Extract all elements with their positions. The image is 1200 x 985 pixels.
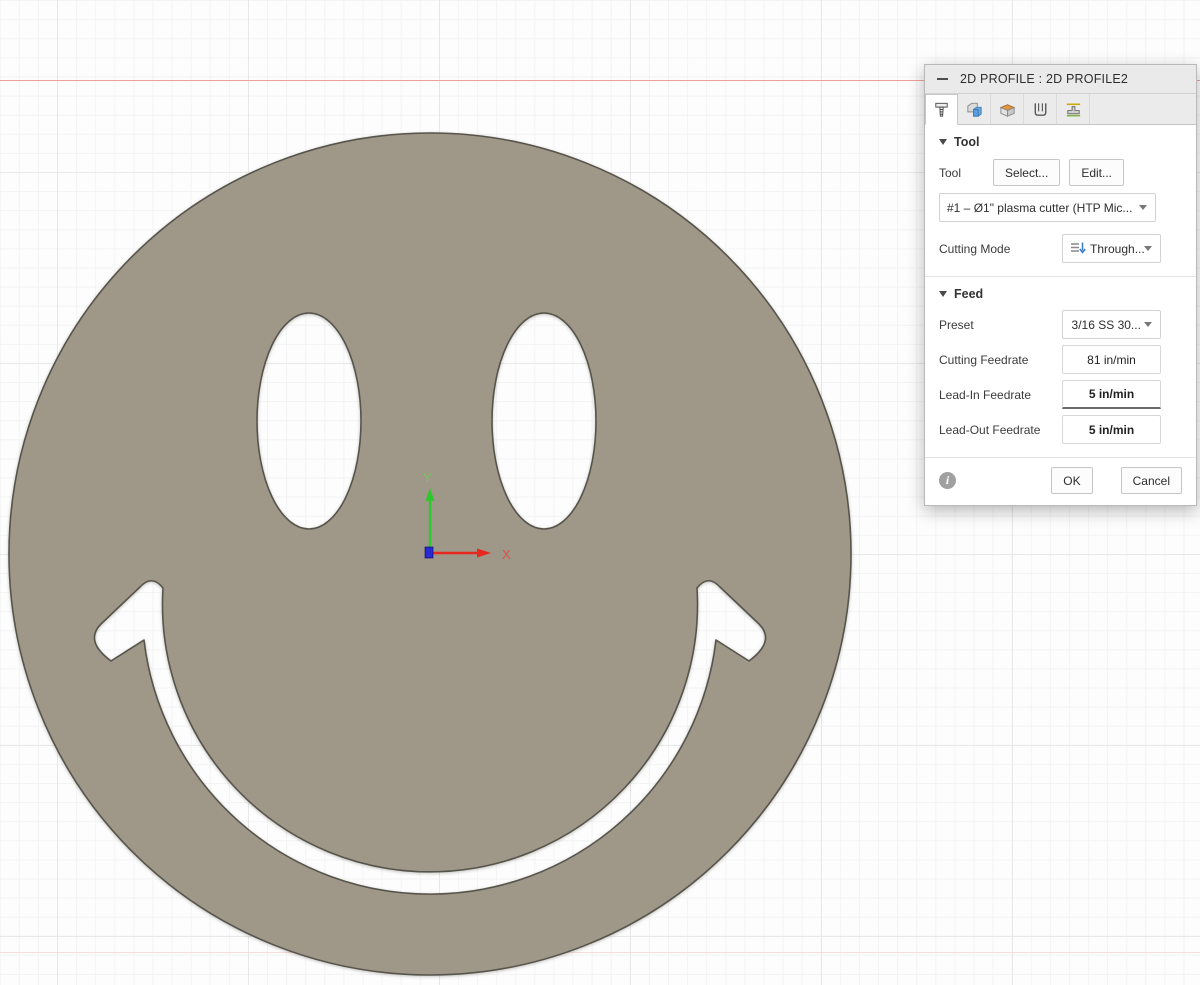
preset-dropdown[interactable]: 3/16 SS 30... [1062,310,1161,339]
cutting-feedrate-input[interactable] [1062,345,1161,374]
select-tool-button[interactable]: Select... [993,159,1060,186]
cutting-feedrate-row: Cutting Feedrate [939,345,1182,374]
lead-in-feedrate-input[interactable] [1062,380,1161,409]
dialog-tabs [925,94,1196,125]
tab-geometry[interactable] [958,94,991,124]
section-tool-label: Tool [954,135,979,149]
cutting-mode-icon [1070,241,1086,256]
passes-icon [1031,100,1050,119]
edit-tool-button[interactable]: Edit... [1069,159,1124,186]
lead-in-feedrate-label: Lead-In Feedrate [939,388,1031,402]
preset-label: Preset [939,318,974,332]
section-tool-header[interactable]: Tool [925,125,1196,158]
section-feed-label: Feed [954,287,983,301]
cutting-mode-row: Cutting Mode Through... [939,234,1182,263]
tool-dropdown[interactable]: #1 – Ø1" plasma cutter (HTP Mic... [939,193,1156,222]
y-axis-label: Y [423,470,432,485]
cutting-mode-label: Cutting Mode [939,242,1010,256]
cancel-button[interactable]: Cancel [1121,467,1182,494]
preset-row: Preset 3/16 SS 30... [939,310,1182,339]
lead-in-feedrate-row: Lead-In Feedrate [939,380,1182,409]
tab-passes[interactable] [1024,94,1057,124]
info-icon[interactable]: i [939,472,956,489]
dialog-footer: i OK Cancel [925,458,1196,505]
lead-out-feedrate-label: Lead-Out Feedrate [939,423,1040,437]
collapse-triangle-icon [939,291,947,297]
tab-tool[interactable] [925,94,958,125]
heights-icon [998,100,1017,119]
linking-icon [1064,100,1083,119]
dialog-body: Tool Tool Select... Edit... #1 – Ø1" pla… [925,125,1196,505]
cutting-mode-dropdown[interactable]: Through... [1062,234,1161,263]
dialog-header: 2D PROFILE : 2D PROFILE2 [925,65,1196,94]
chevron-down-icon [1144,246,1152,251]
tool-row: Tool Select... Edit... [939,158,1182,187]
tab-heights[interactable] [991,94,1024,124]
ok-button[interactable]: OK [1051,467,1092,494]
preset-value: 3/16 SS 30... [1072,318,1141,332]
info-glyph: i [946,473,949,488]
tool-dropdown-value: #1 – Ø1" plasma cutter (HTP Mic... [947,201,1132,215]
origin-marker [425,547,433,558]
lead-out-feedrate-row: Lead-Out Feedrate [939,415,1182,444]
cutting-feedrate-label: Cutting Feedrate [939,353,1028,367]
profile-dialog: 2D PROFILE : 2D PROFILE2 [924,64,1197,506]
chevron-down-icon [1139,205,1147,210]
fusion-cam-screen: Y X 2D PROFILE : 2D PROFILE2 [0,0,1200,985]
collapse-triangle-icon [939,139,947,145]
dialog-title: 2D PROFILE : 2D PROFILE2 [960,72,1128,86]
collapse-icon[interactable] [937,78,948,80]
geometry-icon [965,100,984,119]
cutting-mode-value: Through... [1090,242,1144,256]
chevron-down-icon [1144,322,1152,327]
x-axis-label: X [502,547,511,562]
tab-linking[interactable] [1057,94,1090,124]
tool-icon [932,100,951,119]
tool-label: Tool [939,166,961,180]
lead-out-feedrate-input[interactable] [1062,415,1161,444]
section-feed-header[interactable]: Feed [925,277,1196,310]
